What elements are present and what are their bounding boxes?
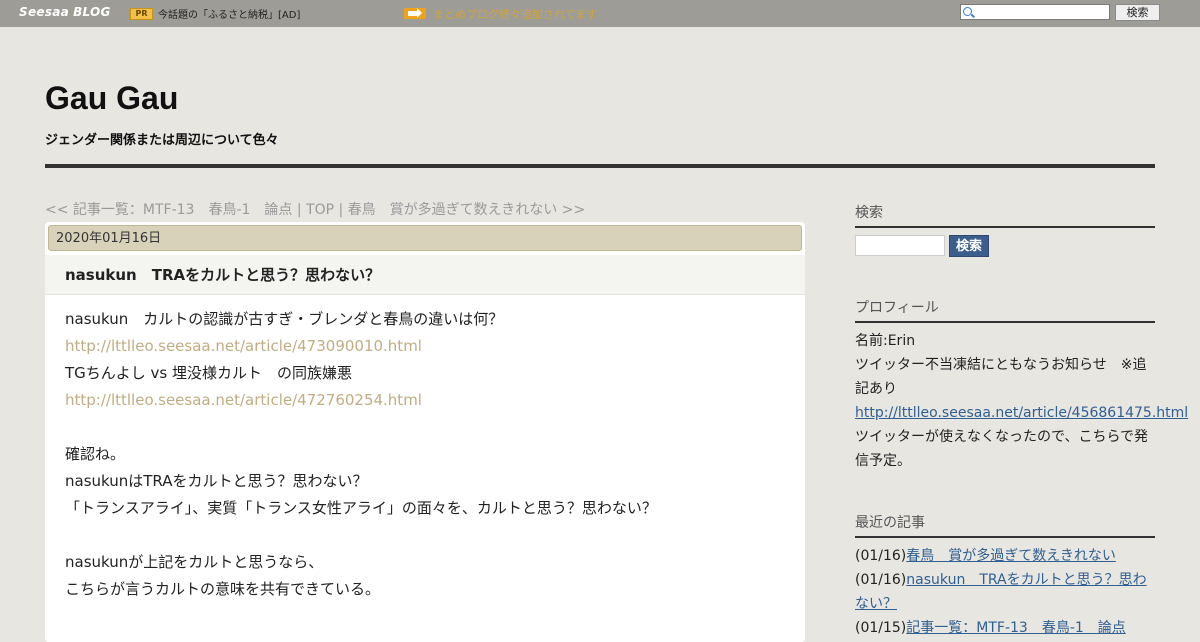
profile-link[interactable]: http://lttlleo.seesaa.net/article/456861… — [855, 405, 1188, 421]
recent-post-date: (01/15) — [855, 620, 907, 636]
top-search-input[interactable] — [960, 4, 1110, 20]
recent-post-link[interactable]: 記事一覧：MTF-13 春鳥-1 論点 — [906, 620, 1126, 636]
recent-post-date: (01/16) — [855, 548, 907, 564]
next-article-link[interactable]: 春鳥 賞が多過ぎて数えきれない >> — [348, 202, 586, 218]
profile-section: 名前:Erin ツイッター不当凍結にともなうお知らせ ※追記あり http://… — [855, 329, 1188, 473]
pr-ad-link[interactable]: 今話題の「ふるさと納税」[AD] — [158, 6, 300, 21]
top-search-button[interactable]: 検索 — [1115, 4, 1160, 21]
pr-badge: PR — [130, 8, 153, 20]
profile-name: 名前:Erin — [855, 333, 916, 349]
nav-separator: | — [292, 202, 307, 218]
article: 2020年01月16日 nasukun TRAをカルトと思う？思わない？ nas… — [45, 222, 805, 642]
header-divider — [45, 164, 1155, 168]
arrow-right-icon — [404, 8, 426, 19]
site-description: ジェンダー関係または周辺について色々 — [45, 133, 279, 148]
top-bar: Seesaa BLOG PR 今話題の「ふるさと納税」[AD] まとめブログ続々追… — [0, 0, 1200, 27]
site-title[interactable]: Gau Gau — [45, 80, 178, 117]
sidebar-recent-heading: 最近の記事 — [855, 512, 1155, 538]
article-title-bar: nasukun TRAをカルトと思う？思わない？ — [45, 255, 805, 295]
sidebar-search-input[interactable] — [855, 235, 945, 256]
body-blank-line — [65, 414, 785, 441]
recent-posts-list: (01/16)春鳥 賞が多過ぎて数えきれない (01/16)nasukun TR… — [855, 544, 1155, 640]
logo-seesaa-text: Seesaa — [19, 5, 70, 19]
body-link[interactable]: http://lttlleo.seesaa.net/article/472760… — [65, 387, 785, 414]
body-line: TGちんよし vs 埋没様カルト の同族嫌悪 — [65, 364, 353, 382]
recent-post-link[interactable]: 春鳥 賞が多過ぎて数えきれない — [906, 548, 1116, 564]
body-line: 「トランスアライ」、実質「トランス女性アライ」の面々を、カルトと思う？思わない？ — [65, 499, 657, 517]
article-navigation: << 記事一覧：MTF-13 春鳥-1 論点 | TOP | 春鳥 賞が多過ぎて… — [45, 199, 585, 219]
top-link[interactable]: TOP — [306, 202, 334, 218]
prev-article-link[interactable]: << 記事一覧：MTF-13 春鳥-1 論点 — [45, 202, 292, 218]
article-date: 2020年01月16日 — [48, 225, 802, 251]
recent-post-item: (01/16)nasukun TRAをカルトと思う？思わない？ — [855, 568, 1155, 616]
sidebar-search-button[interactable]: 検索 — [949, 235, 989, 257]
body-line: nasukunはTRAをカルトと思う？思わない？ — [65, 472, 368, 490]
profile-note: ツイッターが使えなくなったので、こちらで発信予定。 — [855, 429, 1149, 469]
sidebar-profile-heading: プロフィール — [855, 297, 1155, 323]
body-line: nasukunが上記をカルトと思うなら、 — [65, 553, 324, 571]
nav-separator: | — [334, 202, 348, 218]
body-link[interactable]: http://lttlleo.seesaa.net/article/473090… — [65, 333, 785, 360]
blog-notice-link[interactable]: まとめブログ続々追加されてます — [433, 6, 597, 22]
search-icon — [963, 7, 972, 16]
article-title[interactable]: nasukun TRAをカルトと思う？思わない？ — [65, 264, 380, 285]
recent-post-date: (01/16) — [855, 572, 907, 588]
seesaa-blog-logo[interactable]: Seesaa BLOG — [19, 5, 111, 21]
logo-blog-text: BLOG — [73, 5, 111, 19]
sidebar-search-heading: 検索 — [855, 202, 1155, 228]
profile-notice: ツイッター不当凍結にともなうお知らせ ※追記あり — [855, 357, 1147, 397]
article-body: nasukun カルトの認識が古すぎ・ブレンダと春鳥の違いは何？ http://… — [65, 306, 785, 603]
body-line: 確認ね。 — [65, 445, 126, 463]
recent-post-item: (01/16)春鳥 賞が多過ぎて数えきれない — [855, 544, 1155, 568]
body-line: nasukun カルトの認識が古すぎ・ブレンダと春鳥の違いは何？ — [65, 310, 504, 328]
body-line: こちらが言うカルトの意味を共有できている。 — [65, 580, 381, 598]
body-blank-line — [65, 522, 785, 549]
recent-post-item: (01/15)記事一覧：MTF-13 春鳥-1 論点 — [855, 616, 1155, 640]
